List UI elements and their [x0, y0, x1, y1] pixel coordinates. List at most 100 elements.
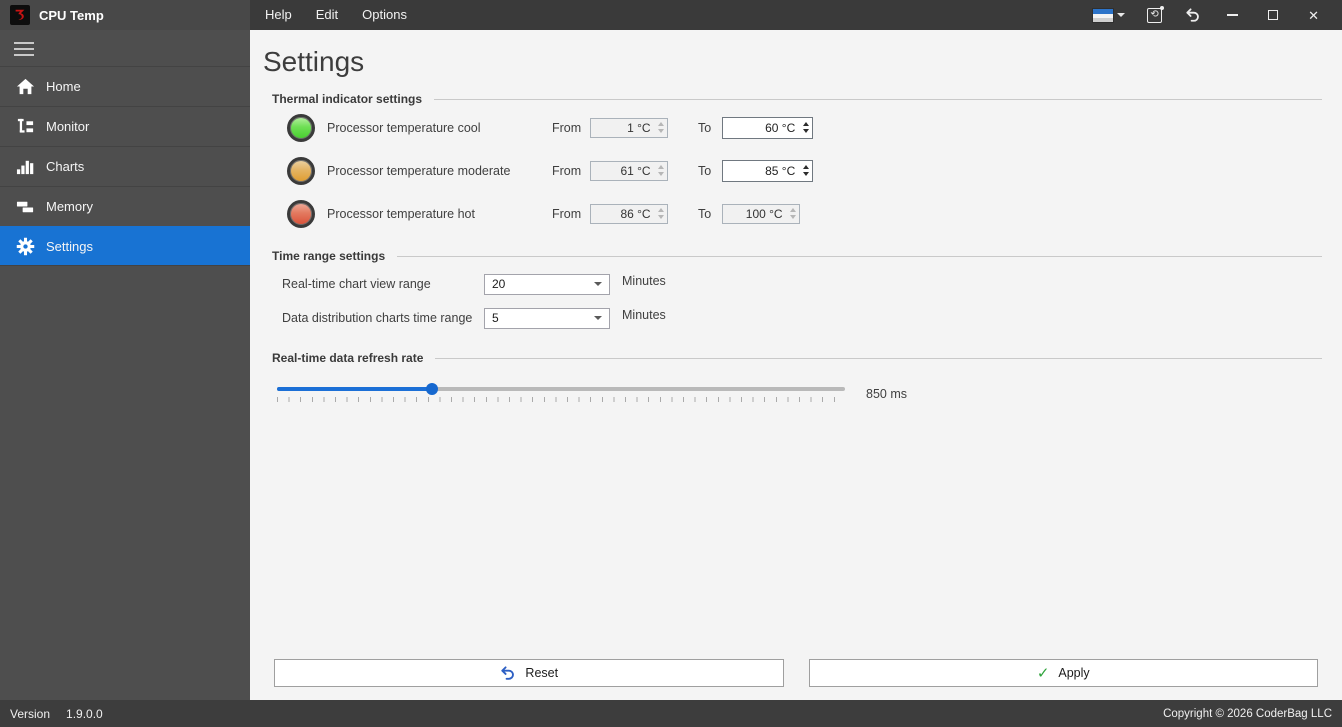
reset-button[interactable]: Reset [274, 659, 784, 687]
thermal-row-cool: Processor temperature cool From To [272, 106, 1322, 149]
statusbar: Version 1.9.0.0 Copyright © 2026 CoderBa… [0, 700, 1342, 727]
thermal-row-label: Processor temperature hot [327, 206, 475, 221]
slider-ticks [277, 397, 845, 402]
sidebar-item-label: Charts [46, 159, 85, 174]
sidebar-item-label: Settings [46, 238, 93, 254]
menubar: Help Edit Options [253, 0, 419, 30]
language-flag-selector[interactable] [1082, 0, 1136, 30]
spinner-arrows [787, 205, 799, 223]
app-window: CPU Temp Help Edit Options ⟲ ✕ Home Moni… [0, 0, 1342, 727]
unit-label: Minutes [622, 308, 666, 322]
maximize-icon [1268, 10, 1279, 20]
hot-from-spinner [590, 203, 668, 224]
apply-button[interactable]: ✓ Apply [808, 659, 1318, 687]
refresh-rate-slider-row: 850 ms [272, 383, 1322, 402]
app-brand: CPU Temp [0, 0, 250, 30]
section-title: Real-time data refresh rate [272, 351, 424, 365]
cool-led-indicator [287, 113, 315, 142]
bar-chart-icon [14, 157, 36, 177]
menu-options[interactable]: Options [350, 0, 419, 30]
menu-edit[interactable]: Edit [304, 0, 350, 30]
moderate-to-input[interactable] [723, 160, 800, 181]
slider-thumb[interactable] [426, 383, 439, 395]
close-button[interactable]: ✕ [1293, 0, 1334, 30]
spin-up-icon [657, 165, 664, 169]
cool-from-input [591, 118, 655, 137]
version-value: 1.9.0.0 [66, 706, 103, 721]
moderate-led-indicator [287, 156, 315, 185]
selected-value: 5 [492, 311, 499, 325]
to-label: To [698, 206, 712, 221]
spin-down-icon [657, 215, 664, 219]
update-icon: ⟲ [1147, 5, 1165, 23]
section-title: Thermal indicator settings [272, 92, 423, 106]
action-buttons: Reset ✓ Apply [274, 659, 1318, 687]
version-label: Version [10, 706, 51, 721]
sidebar-item-monitor[interactable]: Monitor [0, 106, 250, 146]
hamburger-menu-button[interactable] [0, 30, 250, 66]
from-label: From [552, 120, 582, 135]
spinner-arrows[interactable] [799, 161, 812, 181]
spin-down-icon [789, 215, 796, 219]
spin-up-icon [657, 122, 664, 126]
chart-view-range-select[interactable]: 20 [484, 273, 610, 295]
distribution-range-select[interactable]: 5 [484, 307, 610, 329]
divider [435, 357, 1322, 359]
divider [397, 255, 1322, 257]
thermal-row-hot: Processor temperature hot From To [272, 192, 1322, 235]
sidebar-item-charts[interactable]: Charts [0, 146, 250, 186]
copyright-text: Copyright © 2026 CoderBag LLC [1163, 707, 1332, 720]
settings-page: Settings Thermal indicator settings Proc… [250, 30, 1342, 700]
thermal-indicator-section: Thermal indicator settings Processor tem… [250, 92, 1342, 235]
spin-down-icon[interactable] [802, 172, 809, 176]
undo-icon [1186, 7, 1199, 22]
maximize-button[interactable] [1253, 0, 1293, 30]
thermal-row-moderate: Processor temperature moderate From To [272, 149, 1322, 192]
chart-view-range-row: Real-time chart view range 20 Minutes [272, 271, 1322, 297]
monitor-icon [14, 117, 36, 137]
refresh-rate-section: Real-time data refresh rate 850 ms [250, 351, 1342, 402]
spin-up-icon[interactable] [802, 122, 809, 126]
cool-to-input[interactable] [723, 117, 800, 138]
spinner-arrows [655, 119, 667, 137]
apply-button-label: Apply [1058, 666, 1090, 680]
moderate-to-spinner[interactable] [722, 159, 813, 182]
sidebar-item-home[interactable]: Home [0, 66, 250, 106]
moderate-from-spinner [590, 160, 668, 181]
chevron-down-icon [594, 282, 602, 286]
spin-up-icon[interactable] [802, 165, 809, 169]
distribution-range-row: Data distribution charts time range 5 Mi… [272, 305, 1322, 331]
time-range-section: Time range settings Real-time chart view… [250, 249, 1342, 331]
undo-button[interactable] [1173, 0, 1212, 30]
cool-from-spinner [590, 117, 668, 138]
hot-led-indicator [287, 199, 315, 228]
spinner-arrows [655, 162, 667, 180]
spinner-arrows [655, 205, 667, 223]
memory-icon [14, 197, 36, 217]
sidebar-item-label: Monitor [46, 119, 90, 134]
titlebar: CPU Temp Help Edit Options ⟲ ✕ [0, 0, 1342, 30]
slider-fill [277, 387, 433, 391]
distribution-range-label: Data distribution charts time range [282, 311, 473, 325]
sidebar-item-memory[interactable]: Memory [0, 186, 250, 226]
check-updates-button[interactable]: ⟲ [1136, 0, 1173, 30]
cool-to-spinner[interactable] [722, 116, 813, 139]
slider-track[interactable] [277, 383, 845, 395]
flag-icon [1093, 8, 1114, 22]
section-title: Time range settings [272, 249, 386, 263]
selected-value: 20 [492, 277, 506, 291]
menu-help[interactable]: Help [253, 0, 304, 30]
from-label: From [552, 163, 582, 178]
to-label: To [698, 163, 712, 178]
spinner-arrows[interactable] [799, 118, 812, 138]
gear-icon [14, 236, 36, 256]
spin-down-icon[interactable] [802, 129, 809, 133]
minimize-button[interactable] [1212, 0, 1253, 30]
refresh-rate-slider[interactable] [277, 383, 845, 402]
spin-down-icon [657, 172, 664, 176]
spin-up-icon [657, 208, 664, 212]
sidebar-item-settings[interactable]: Settings [0, 226, 250, 266]
chevron-down-icon [1117, 13, 1126, 17]
hot-to-input [723, 204, 787, 223]
thermal-row-label: Processor temperature cool [327, 120, 481, 135]
